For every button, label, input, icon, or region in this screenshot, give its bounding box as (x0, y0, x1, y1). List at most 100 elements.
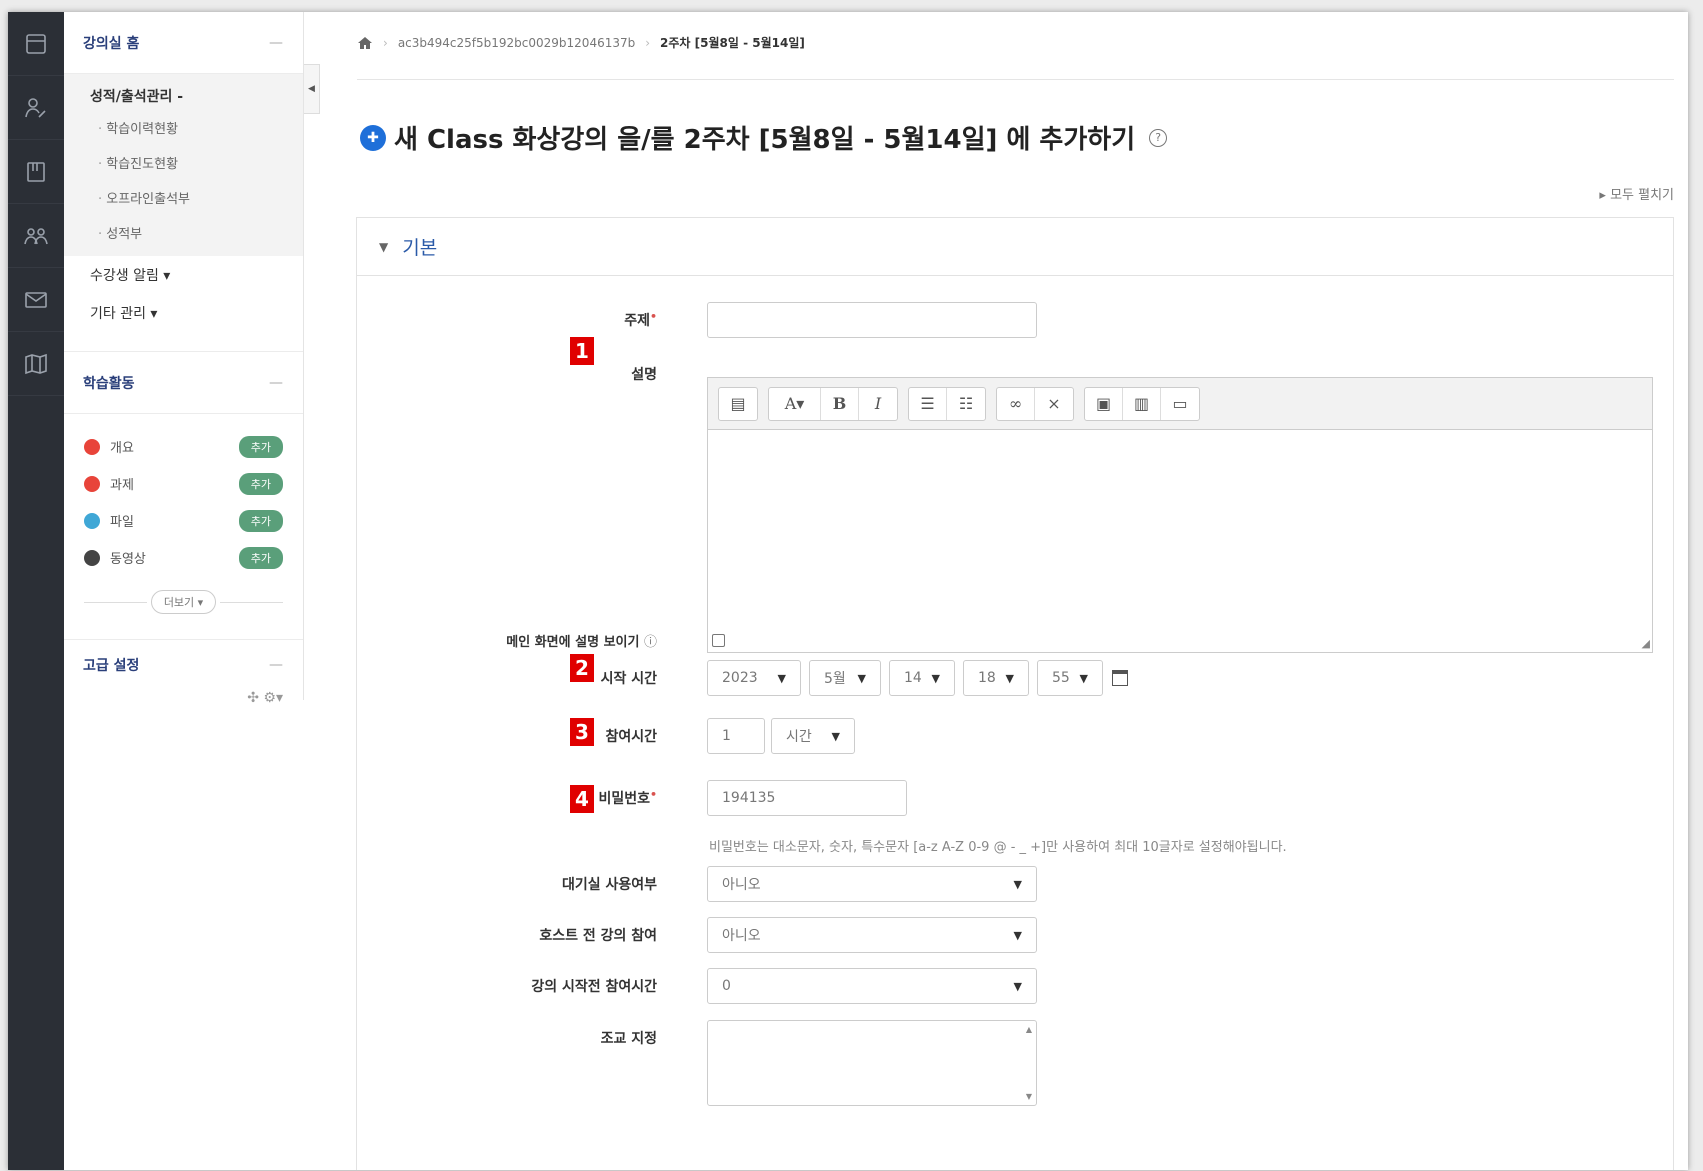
scrollbar[interactable]: ▲ ▼ (1020, 1021, 1036, 1105)
rail-mail[interactable] (8, 268, 64, 332)
activities-title: 학습활동 (83, 375, 135, 392)
section-header[interactable]: ▼ 기본 (357, 218, 1673, 276)
sidebar-item-offline-attendance[interactable]: 오프라인출석부 (64, 180, 303, 215)
start-time-label: 시작 시간 (600, 671, 657, 687)
video-icon (84, 549, 100, 566)
bullet-list-icon[interactable]: ☰ (909, 387, 947, 420)
activity-name: 개요 (110, 441, 134, 456)
resize-handle-icon[interactable]: ◢ (1642, 637, 1650, 650)
password-input[interactable]: 194135 (707, 780, 907, 816)
breadcrumb-current[interactable]: 2주차 [5월8일 - 5월14일] (660, 34, 805, 51)
mail-icon (25, 291, 47, 308)
collapse-dash[interactable]: — (269, 657, 283, 673)
sidebar-collapse-tab[interactable]: ◀ (304, 64, 320, 114)
sidebar-item-other-admin[interactable]: 기타 관리 ▾ (64, 294, 303, 332)
alt-host-listbox[interactable]: ▲ ▼ (707, 1020, 1037, 1106)
breadcrumb-course[interactable]: ac3b494c25f5b192bc0029b12046137b (398, 36, 635, 50)
unlink-icon[interactable]: ⨯ (1035, 388, 1073, 420)
file-icon (84, 512, 100, 529)
editor-toolbar: ▤ A▾ B I ☰ ☷ ∞ ⨯ ▣ ▥ ▭ (708, 378, 1652, 430)
collapse-dash[interactable]: — (269, 35, 283, 51)
rail-people[interactable] (8, 76, 64, 140)
duration-unit-select[interactable]: 시간 ▼ (771, 718, 855, 754)
breadcrumb: › ac3b494c25f5b192bc0029b12046137b › 2주차… (357, 34, 805, 51)
bold-icon[interactable]: B (821, 387, 859, 420)
add-activity-button[interactable]: 추가 (238, 509, 283, 532)
divider (64, 628, 303, 640)
advanced-title: 고급 설정 (83, 658, 140, 674)
overview-icon (84, 438, 100, 455)
help-icon[interactable]: ? (1149, 128, 1168, 147)
divider (64, 332, 303, 352)
sidebar-item-gradebook[interactable]: 성적부 (64, 215, 303, 250)
activity-name: 과제 (110, 478, 134, 493)
join-before-host-label: 호스트 전 강의 참여 (539, 928, 657, 944)
course-home-label[interactable]: 강의실 홈 (83, 33, 139, 53)
duration-input[interactable]: 1 (707, 718, 765, 754)
chevron-down-icon: ▼ (1079, 671, 1088, 685)
sidebar-item-learning-progress[interactable]: 학습진도현황 (64, 145, 303, 180)
group-icon (24, 227, 48, 244)
description-editor[interactable]: ▤ A▾ B I ☰ ☷ ∞ ⨯ ▣ ▥ ▭ ◢ (707, 377, 1653, 653)
paste-icon[interactable]: ▭ (1161, 388, 1199, 420)
advanced-header: 고급 설정 — (64, 640, 303, 690)
app-window: 강의실 홈 — 성적/출석관리 - 학습이력현황 학습진도현황 오프라인출석부 … (8, 12, 1688, 1170)
book-icon (27, 161, 45, 182)
sidebar-item-learning-history[interactable]: 학습이력현황 (64, 110, 303, 145)
required-mark: • (649, 310, 657, 323)
main-content: › ac3b494c25f5b192bc0029b12046137b › 2주차… (320, 12, 1688, 1170)
calendar-icon[interactable] (1112, 670, 1128, 686)
start-month-select[interactable]: 5월 ▼ (809, 660, 881, 696)
show-description-checkbox[interactable] (712, 634, 725, 647)
course-sidebar: 강의실 홈 — 성적/출석관리 - 학습이력현황 학습진도현황 오프라인출석부 … (64, 12, 304, 706)
early-join-select[interactable]: 0 ▼ (707, 968, 1037, 1004)
chevron-down-icon: ▼ (831, 729, 840, 743)
sidebar-item-student-notice[interactable]: 수강생 알림 ▾ (64, 256, 303, 294)
video-class-icon: ✚ (360, 124, 386, 151)
italic-icon[interactable]: I (859, 388, 897, 420)
link-icon[interactable]: ∞ (997, 387, 1035, 420)
expand-all-link[interactable]: 모두 펼치기 (1599, 184, 1674, 203)
assignment-icon (84, 475, 100, 492)
add-activity-button[interactable]: 추가 (238, 435, 283, 458)
section-title: 기본 (402, 237, 438, 259)
grades-group-title[interactable]: 성적/출석관리 - (64, 82, 303, 110)
rail-dashboard[interactable] (8, 12, 64, 76)
people-icon (25, 97, 46, 118)
waiting-room-select[interactable]: 아니오 ▼ (707, 866, 1037, 902)
collapse-dash[interactable]: — (269, 375, 283, 391)
callout-badge-1: 1 (570, 337, 594, 365)
image-icon[interactable]: ▣ (1085, 387, 1123, 420)
home-icon[interactable] (357, 36, 373, 50)
subject-input[interactable] (707, 302, 1037, 338)
start-hour-select[interactable]: 18 ▼ (963, 660, 1029, 696)
activity-item: 개요 추가 (64, 428, 303, 465)
chevron-down-icon: ▼ (1013, 979, 1022, 993)
add-activity-button[interactable]: 추가 (238, 472, 283, 495)
map-icon (25, 353, 47, 374)
font-style-icon[interactable]: A▾ (769, 387, 821, 420)
rail-group[interactable] (8, 204, 64, 268)
start-year-select[interactable]: 2023 ▼ (707, 660, 801, 696)
more-button[interactable]: 더보기 ▾ (150, 590, 217, 614)
activity-name: 파일 (110, 515, 134, 530)
rail-book[interactable] (8, 140, 64, 204)
page-title: ✚ 새 Class 화상강의 을/를 2주차 [5월8일 - 5월14일] 에 … (360, 119, 1168, 156)
rail-map[interactable] (8, 332, 64, 396)
sidebar-course-home[interactable]: 강의실 홈 — (64, 12, 303, 74)
toolbar-toggle-icon[interactable]: ▤ (719, 388, 757, 420)
start-minute-select[interactable]: 55 ▼ (1037, 660, 1103, 696)
chevron-down-icon: ▼ (1005, 671, 1014, 685)
join-before-host-select[interactable]: 아니오 ▼ (707, 917, 1037, 953)
advanced-tools[interactable]: ✣ ⚙▾ (64, 690, 303, 706)
divider (357, 79, 1674, 80)
numbered-list-icon[interactable]: ☷ (947, 388, 985, 420)
chevron-down-icon: ▼ (777, 671, 786, 685)
required-mark: • (649, 788, 657, 801)
password-label: 비밀번호• (598, 788, 657, 807)
start-day-select[interactable]: 14 ▼ (889, 660, 955, 696)
chevron-down-icon: ▼ (379, 239, 389, 254)
add-activity-button[interactable]: 추가 (238, 546, 283, 569)
media-icon[interactable]: ▥ (1123, 387, 1161, 420)
activity-list: 개요 추가 과제 추가 파일 추가 동영상 추가 (64, 414, 303, 580)
